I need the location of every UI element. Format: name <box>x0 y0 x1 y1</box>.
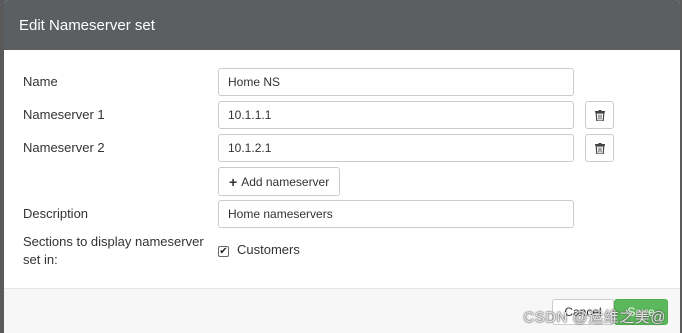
edit-nameserver-modal: Edit Nameserver set Name Nameserver 1 Na… <box>4 0 680 333</box>
add-nameserver-label: Add nameserver <box>241 174 330 189</box>
modal-body: Name Nameserver 1 Nameserver 2 <box>4 50 680 290</box>
trash-icon <box>594 109 605 121</box>
name-label: Name <box>23 74 58 89</box>
watermark: CSDN @运维之美@ <box>523 309 666 326</box>
name-input[interactable] <box>218 68 574 96</box>
modal-header: Edit Nameserver set <box>4 0 680 50</box>
customers-checkbox[interactable]: ✔ <box>218 246 229 257</box>
modal-title: Edit Nameserver set <box>19 16 155 34</box>
plus-icon: + <box>229 173 238 190</box>
check-icon: ✔ <box>219 245 228 257</box>
nameserver-2-input[interactable] <box>218 134 574 162</box>
customers-label: Customers <box>237 242 300 257</box>
description-input[interactable] <box>218 200 574 228</box>
sections-label-line1: Sections to display nameserver <box>23 234 204 249</box>
nameserver-2-label: Nameserver 2 <box>23 140 105 155</box>
trash-icon <box>594 142 605 154</box>
delete-nameserver-1-button[interactable] <box>585 101 614 129</box>
nameserver-1-input[interactable] <box>218 101 574 129</box>
description-label: Description <box>23 206 89 221</box>
add-nameserver-button[interactable]: + Add nameserver <box>218 167 341 196</box>
modal-footer: Cancel Save CSDN @运维之美@ <box>4 288 680 333</box>
delete-nameserver-2-button[interactable] <box>585 134 614 162</box>
nameserver-1-label: Nameserver 1 <box>23 107 105 122</box>
sections-label-line2: set in: <box>23 252 58 267</box>
